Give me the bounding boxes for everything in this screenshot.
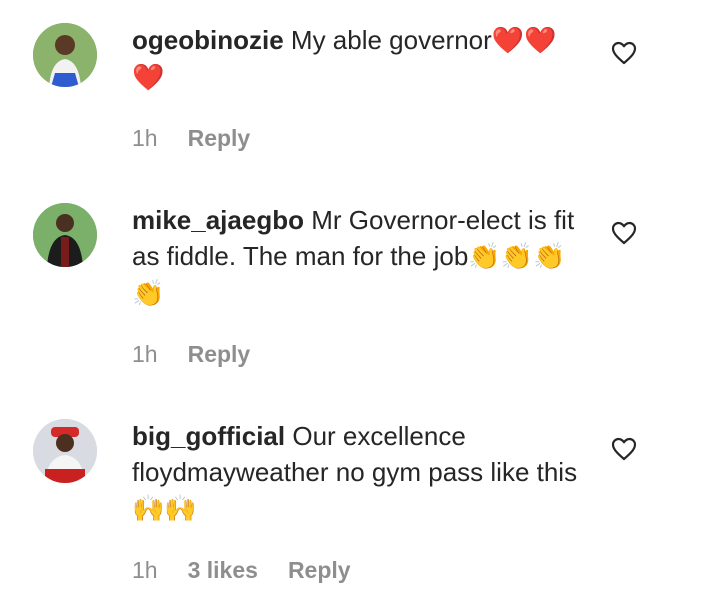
comment-time: 1h xyxy=(132,341,158,367)
avatar[interactable] xyxy=(33,23,97,87)
comment-username[interactable]: big_gofficial xyxy=(132,421,285,451)
comment-meta: 1h Reply xyxy=(132,125,250,152)
avatar-photo xyxy=(33,419,97,483)
comment-body: ogeobinozie My able governor❤️❤️❤️ xyxy=(132,22,582,96)
comment-1: ogeobinozie My able governor❤️❤️❤️ 1h Re… xyxy=(0,0,720,190)
reply-button[interactable]: Reply xyxy=(288,557,351,584)
comment-meta: 1h 3 likes Reply xyxy=(132,557,351,584)
comment-username[interactable]: mike_ajaegbo xyxy=(132,205,304,235)
raising-hands-emoji: 🙌🙌 xyxy=(132,494,197,524)
comment-meta: 1h Reply xyxy=(132,341,250,368)
reply-button[interactable]: Reply xyxy=(188,125,251,152)
comment-time: 1h xyxy=(132,125,158,151)
avatar[interactable] xyxy=(33,203,97,267)
avatar-photo xyxy=(33,23,97,87)
avatar[interactable] xyxy=(33,419,97,483)
like-heart-icon[interactable] xyxy=(611,41,637,65)
like-heart-icon[interactable] xyxy=(611,221,637,245)
comment-3: big_gofficial Our excellence floydmaywea… xyxy=(0,400,720,602)
comment-body: big_gofficial Our excellence floydmaywea… xyxy=(132,418,582,527)
like-heart-icon[interactable] xyxy=(611,437,637,461)
comment-time: 1h xyxy=(132,557,158,583)
comment-2: mike_ajaegbo Mr Governor-elect is fit as… xyxy=(0,190,720,400)
likes-count[interactable]: 3 likes xyxy=(188,557,258,584)
comment-username[interactable]: ogeobinozie xyxy=(132,25,284,55)
comment-text: My able governor xyxy=(290,25,492,55)
avatar-photo xyxy=(33,203,97,267)
comment-body: mike_ajaegbo Mr Governor-elect is fit as… xyxy=(132,202,582,312)
reply-button[interactable]: Reply xyxy=(188,341,251,368)
